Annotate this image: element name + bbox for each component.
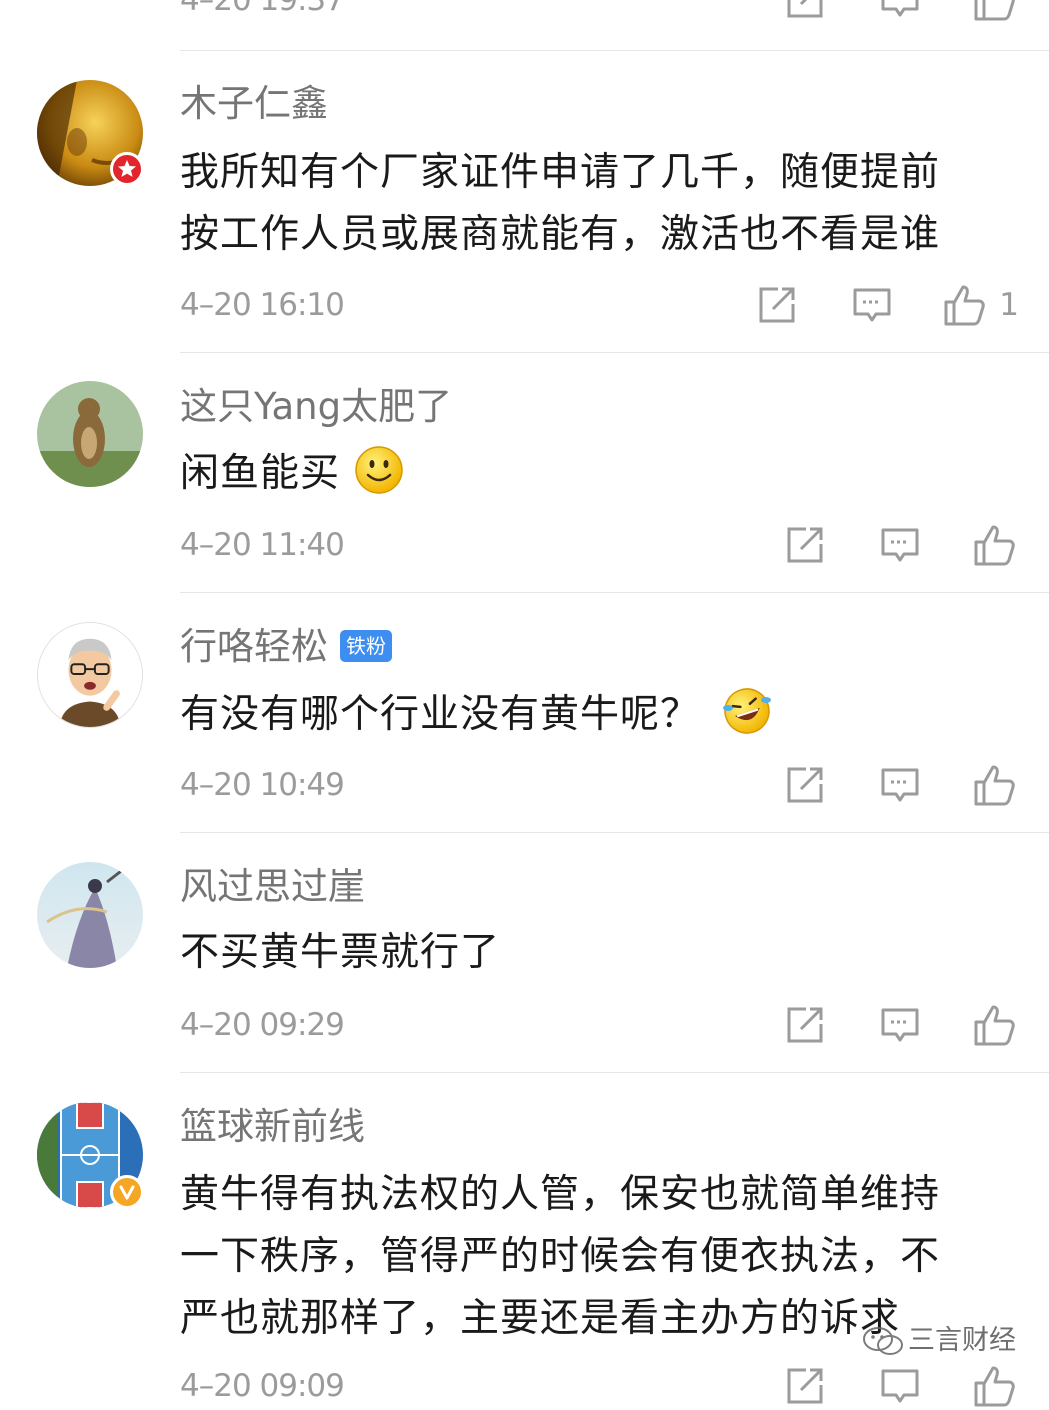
reply-button[interactable]	[876, 1001, 924, 1049]
cartoon-man-avatar-image	[38, 623, 142, 727]
username[interactable]: 木子仁鑫	[180, 82, 328, 126]
avatar[interactable]	[37, 862, 143, 968]
like-button[interactable]	[971, 1362, 1019, 1410]
comment-time: 4–20 09:09	[180, 1368, 345, 1404]
comment-text-line: 按工作人员或展商就能有，激活也不看是谁	[180, 212, 941, 257]
fan-badge: 铁粉	[340, 629, 392, 662]
username[interactable]: 行咯轻松 铁粉	[180, 625, 392, 669]
like-count: 1	[999, 287, 1019, 323]
watermark: 三言财经	[862, 1318, 1016, 1358]
avatar[interactable]	[37, 381, 143, 487]
share-button[interactable]	[781, 521, 829, 569]
username[interactable]: 这只Yang太肥了	[180, 385, 452, 429]
thumbs-up-icon	[974, 1366, 1015, 1407]
comment-icon	[881, 528, 919, 562]
share-button[interactable]	[753, 281, 801, 329]
smile-emoji	[355, 445, 403, 494]
comment-time: 4–20 19:37	[180, 0, 345, 18]
like-button[interactable]	[971, 0, 1019, 24]
username-text: 行咯轻松	[180, 625, 328, 668]
comment-time: 4–20 11:40	[180, 527, 345, 563]
share-button[interactable]	[781, 1362, 829, 1410]
like-button[interactable]	[971, 1001, 1019, 1049]
comment-text-line: 我所知有个厂家证件申请了几千，随便提前	[180, 150, 941, 195]
laugh-cry-emoji	[723, 687, 772, 734]
comment-time: 4–20 10:49	[180, 767, 345, 803]
reply-button[interactable]	[876, 1362, 924, 1410]
thumbs-up-icon	[974, 1005, 1015, 1046]
comment-icon	[853, 288, 891, 322]
swordsman-avatar-image	[37, 862, 143, 968]
share-icon	[787, 1368, 823, 1404]
share-button[interactable]	[781, 1001, 829, 1049]
reply-button[interactable]	[876, 0, 924, 24]
comment-text: 有没有哪个行业没有黄牛呢？	[180, 684, 1010, 746]
thumbs-up-icon	[944, 285, 986, 326]
share-icon	[787, 767, 823, 803]
wechat-icon	[863, 1326, 903, 1355]
reply-button[interactable]	[876, 521, 924, 569]
comment-text-line: 闲鱼能买	[180, 451, 341, 496]
share-icon	[787, 1007, 823, 1043]
like-button[interactable]	[971, 521, 1019, 569]
share-icon	[787, 527, 823, 563]
share-button[interactable]	[781, 761, 829, 809]
red-star-badge	[110, 152, 144, 186]
divider	[180, 1072, 1049, 1073]
reply-button[interactable]	[876, 761, 924, 809]
comment-time: 4–20 16:10	[180, 287, 345, 323]
watermark-text: 三言财经	[908, 1325, 1016, 1356]
comment-time: 4–20 09:29	[180, 1007, 345, 1043]
username[interactable]: 风过思过崖	[180, 865, 365, 909]
divider	[180, 352, 1049, 353]
comment-text-line: 有没有哪个行业没有黄牛呢？	[180, 692, 701, 737]
reply-button[interactable]	[848, 281, 896, 329]
share-icon	[787, 0, 823, 18]
comment-icon	[881, 0, 919, 17]
comment-text-line: 一下秩序，管得严的时候会有便衣执法，不	[180, 1234, 941, 1279]
comment-text-line: 黄牛得有执法权的人管，保安也就简单维持	[180, 1172, 941, 1217]
comment-icon	[881, 1369, 919, 1403]
thumbs-up-icon	[974, 765, 1015, 806]
thumbs-up-icon	[974, 525, 1015, 566]
divider	[180, 592, 1049, 593]
like-button[interactable]: 1	[943, 281, 1019, 329]
avatar[interactable]	[37, 622, 143, 728]
username[interactable]: 篮球新前线	[180, 1105, 365, 1149]
divider	[180, 832, 1049, 833]
share-button[interactable]	[781, 0, 829, 24]
comment-text-line: 不买黄牛票就行了	[180, 930, 501, 975]
verified-v-badge	[110, 1175, 144, 1209]
share-icon	[759, 287, 795, 323]
comment-icon	[881, 1008, 919, 1042]
thumbs-up-icon	[974, 0, 1015, 21]
marmot-avatar-image	[37, 381, 143, 487]
like-button[interactable]	[971, 761, 1019, 809]
comment-icon	[881, 768, 919, 802]
comment-text: 闲鱼能买	[180, 443, 1010, 505]
divider	[180, 50, 1049, 51]
